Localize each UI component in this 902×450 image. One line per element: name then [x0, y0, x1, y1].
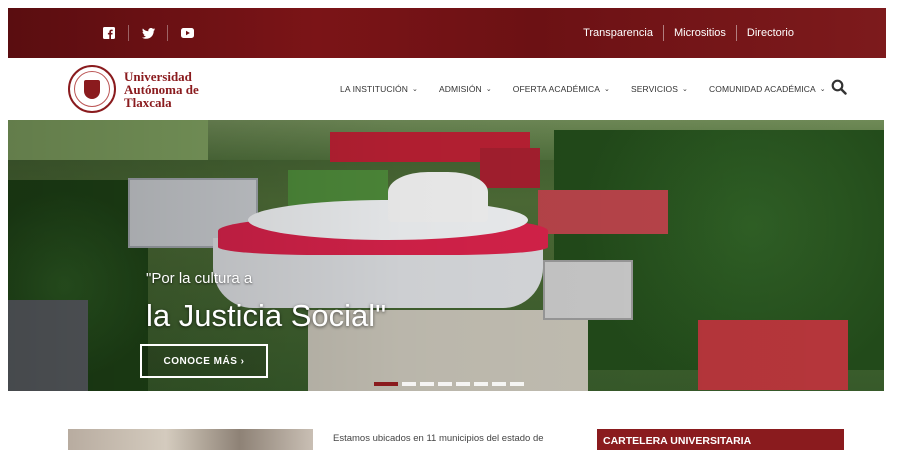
slider-dot[interactable]	[420, 382, 434, 386]
youtube-icon[interactable]	[172, 24, 202, 42]
search-icon[interactable]	[831, 79, 849, 97]
slider-dot[interactable]	[402, 382, 416, 386]
directorio-link[interactable]: Directorio	[737, 27, 804, 39]
chevron-down-icon: ⌄	[819, 86, 826, 93]
nav-servicios[interactable]: SERVICIOS ⌄	[631, 84, 688, 94]
seal-icon	[68, 65, 116, 113]
micrositios-link[interactable]: Micrositios	[664, 27, 736, 39]
logo-line-1: Universidad	[124, 68, 192, 84]
nav-label: ADMISIÓN	[438, 84, 482, 94]
nav-oferta-academica[interactable]: OFERTA ACADÉMICA ⌄	[513, 84, 610, 94]
conoce-mas-button[interactable]: CONOCE MÁS ›	[140, 344, 268, 378]
logo-line-2: Autónoma de	[124, 81, 199, 97]
slider-dot[interactable]	[510, 382, 524, 386]
chevron-down-icon: ⌄	[485, 86, 492, 93]
transparencia-link[interactable]: Transparencia	[573, 27, 663, 39]
nav-label: LA INSTITUCIÓN	[340, 84, 408, 94]
logo-line-3: Tlaxcala	[124, 94, 172, 110]
twitter-icon[interactable]	[133, 24, 163, 42]
nav-label: OFERTA ACADÉMICA	[512, 84, 601, 94]
hero-slogan-line-2: la Justicia Social"	[146, 298, 387, 333]
top-bar: Transparencia Micrositios Directorio	[8, 8, 886, 58]
hero-banner: "Por la cultura a la Justicia Social" CO…	[8, 120, 884, 391]
campus-photo	[68, 429, 313, 450]
slider-dot[interactable]	[374, 382, 398, 386]
divider	[128, 25, 129, 41]
slider-dot[interactable]	[492, 382, 506, 386]
nav-admision[interactable]: ADMISIÓN ⌄	[439, 84, 492, 94]
cartelera-heading[interactable]: CARTELERA UNIVERSITARIA	[597, 429, 844, 450]
nav-comunidad-academica[interactable]: COMUNIDAD ACADÉMICA ⌄	[709, 84, 826, 94]
nav-la-institucion[interactable]: LA INSTITUCIÓN ⌄	[340, 84, 418, 94]
chevron-down-icon: ⌄	[682, 86, 689, 93]
slider-dot[interactable]	[438, 382, 452, 386]
nav-label: SERVICIOS	[631, 84, 679, 94]
chevron-down-icon: ⌄	[604, 86, 610, 93]
university-logo[interactable]: Universidad Autónoma de Tlaxcala	[68, 65, 199, 113]
slider-dot[interactable]	[456, 382, 470, 386]
divider	[167, 25, 168, 41]
logo-text: Universidad Autónoma de Tlaxcala	[124, 70, 199, 109]
chevron-down-icon: ⌄	[412, 86, 418, 93]
slider-dots	[374, 382, 524, 386]
social-links	[94, 24, 202, 42]
nav-label: COMUNIDAD ACADÉMICA	[709, 84, 816, 94]
facebook-icon[interactable]	[94, 24, 124, 42]
cta-label: CONOCE MÁS	[163, 355, 238, 367]
intro-text: Estamos ubicados en 11 municipios del es…	[333, 433, 544, 444]
top-links: Transparencia Micrositios Directorio	[573, 8, 804, 58]
hero-slogan-line-1: "Por la cultura a	[146, 270, 253, 287]
main-nav: LA INSTITUCIÓN ⌄ ADMISIÓN ⌄ OFERTA ACADÉMI…	[340, 58, 847, 120]
site-header: Universidad Autónoma de Tlaxcala LA INST…	[8, 58, 886, 120]
slider-dot[interactable]	[474, 382, 488, 386]
chevron-right-icon: ›	[240, 355, 245, 367]
